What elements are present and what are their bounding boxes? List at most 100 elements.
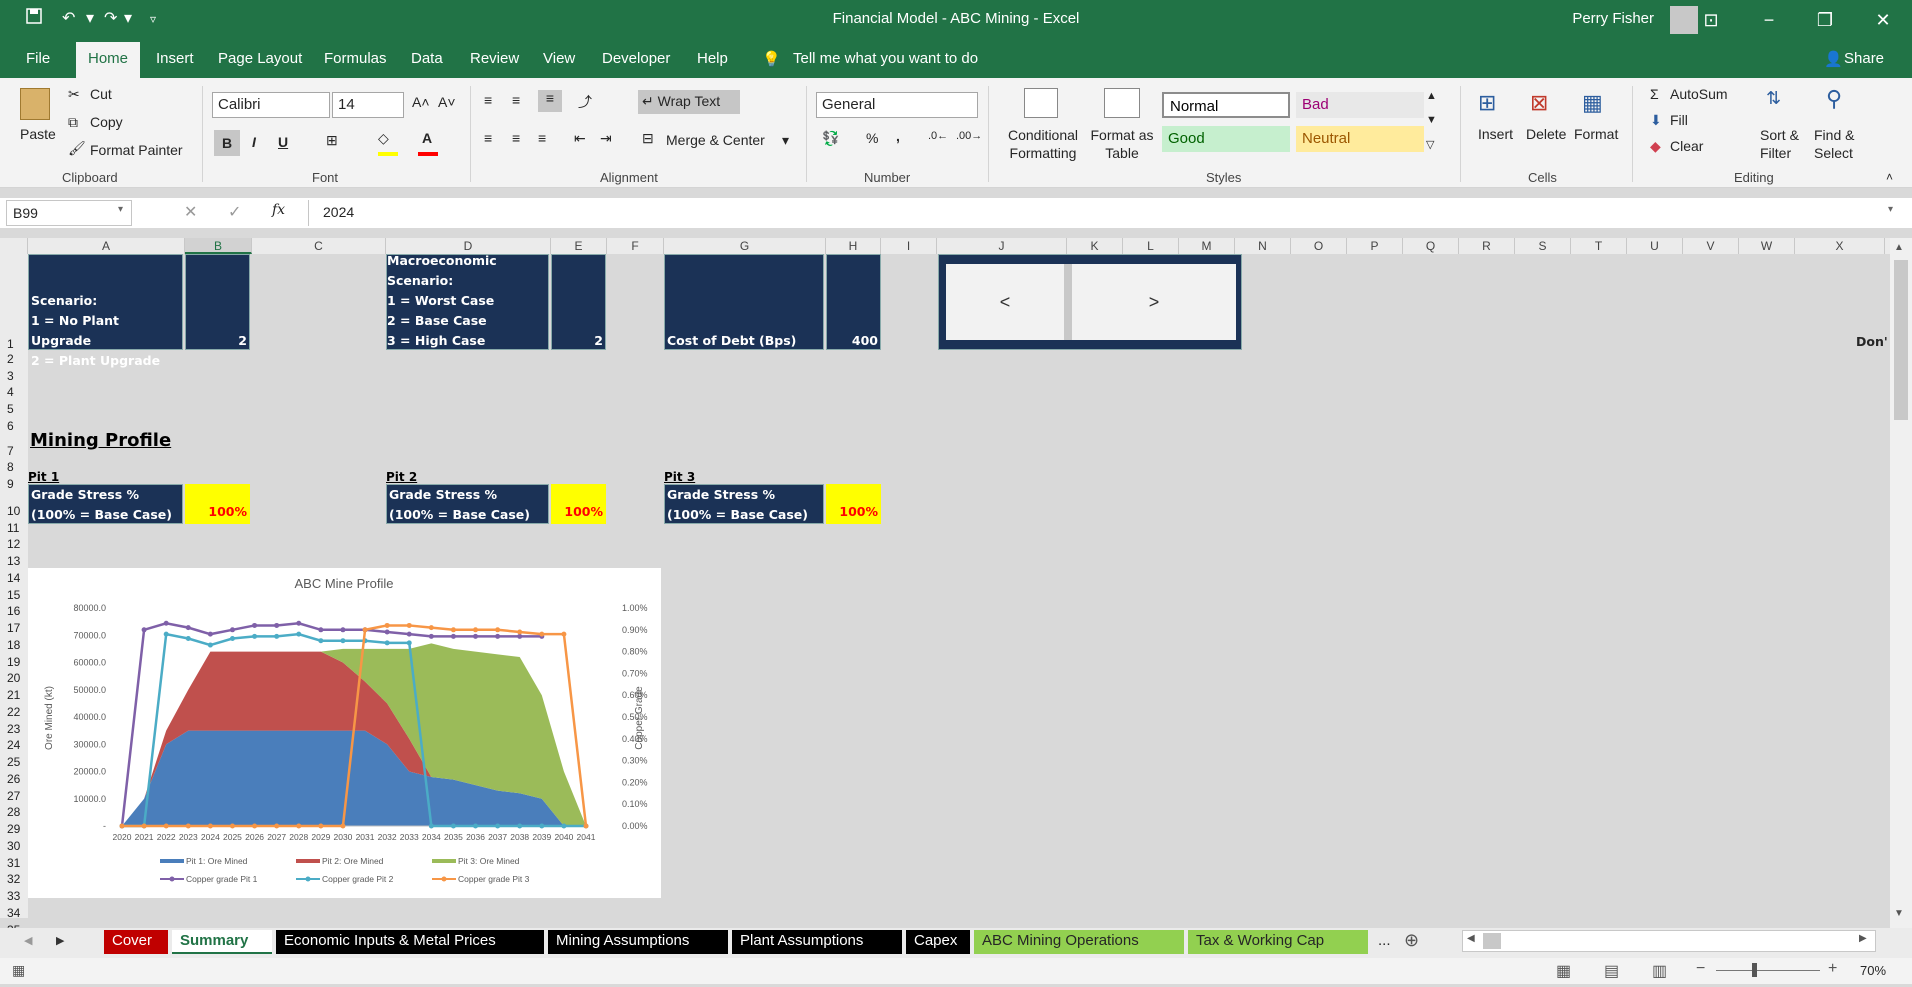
styles-scroll-down-icon[interactable]: ▼	[1426, 114, 1437, 126]
column-header[interactable]: L	[1123, 238, 1179, 254]
row-header[interactable]: 3	[0, 369, 22, 383]
clear-icon[interactable]: ◆	[1650, 138, 1661, 155]
cancel-entry-icon[interactable]: ✕	[184, 202, 197, 222]
zoom-level[interactable]: 70%	[1860, 963, 1886, 978]
row-header[interactable]: 10	[0, 504, 22, 518]
expand-formula-icon[interactable]: ▾	[1888, 204, 1893, 215]
number-format-select[interactable]: General	[816, 92, 978, 118]
tab-formulas[interactable]: Formulas	[324, 50, 387, 67]
column-header[interactable]: P	[1347, 238, 1403, 254]
column-header[interactable]: J	[937, 238, 1067, 254]
row-header[interactable]: 18	[0, 638, 22, 652]
wrap-text-button[interactable]: ↵ Wrap Text	[638, 90, 740, 114]
more-sheets-button[interactable]: ...	[1378, 932, 1391, 949]
pit1-grade-stress-label[interactable]: Grade Stress % (100% = Base Case)	[28, 484, 183, 524]
row-header[interactable]: 8	[0, 460, 22, 474]
row-header[interactable]: 9	[0, 477, 22, 491]
style-bad[interactable]: Bad	[1296, 92, 1424, 118]
row-header[interactable]: 2	[0, 352, 22, 366]
row-header[interactable]: 21	[0, 688, 22, 702]
column-header[interactable]: O	[1291, 238, 1347, 254]
align-right-icon[interactable]: ≡	[538, 130, 546, 146]
row-header[interactable]: 4	[0, 385, 22, 399]
column-header[interactable]: K	[1067, 238, 1123, 254]
row-header[interactable]: 6	[0, 419, 22, 433]
align-bottom-icon[interactable]: ≡	[538, 90, 562, 112]
column-header[interactable]: R	[1459, 238, 1515, 254]
row-header[interactable]: 16	[0, 604, 22, 618]
format-cells-icon[interactable]: ▦	[1582, 90, 1603, 116]
tab-file[interactable]: File	[26, 50, 50, 67]
conditional-formatting-icon[interactable]	[1024, 88, 1058, 118]
merge-center-icon[interactable]: ⊟	[642, 130, 654, 147]
confirm-entry-icon[interactable]: ✓	[228, 202, 241, 222]
autosum-button[interactable]: AutoSum	[1670, 86, 1728, 102]
share-button[interactable]: Share	[1844, 50, 1884, 67]
minimize-icon[interactable]: −	[1746, 6, 1792, 34]
format-painter-icon[interactable]: 🖌	[68, 140, 86, 157]
row-header[interactable]: 22	[0, 705, 22, 719]
column-header[interactable]: B	[185, 238, 252, 254]
copy-button[interactable]: Copy	[90, 114, 123, 130]
cut-icon[interactable]: ✂	[68, 86, 80, 103]
decrease-indent-icon[interactable]: ⇤	[574, 130, 586, 147]
borders-icon[interactable]: ⊞	[326, 132, 338, 149]
fill-color-icon[interactable]: ◇	[378, 130, 389, 147]
paste-icon[interactable]	[20, 88, 50, 120]
tab-view[interactable]: View	[543, 50, 575, 67]
close-icon[interactable]: ✕	[1860, 6, 1906, 34]
sheet-tab[interactable]: Capex	[906, 930, 970, 954]
sheet-tab[interactable]: Economic Inputs & Metal Prices	[276, 930, 544, 954]
mine-profile-chart[interactable]: ABC Mine Profile - 10000.0 20000.0 30000.0 40…	[28, 568, 661, 898]
tab-insert[interactable]: Insert	[156, 50, 194, 67]
column-header[interactable]: C	[252, 238, 386, 254]
row-header[interactable]: 32	[0, 872, 22, 886]
row-header[interactable]: 15	[0, 588, 22, 602]
tell-me-input[interactable]: Tell me what you want to do	[793, 50, 978, 67]
row-header[interactable]: 30	[0, 839, 22, 853]
worksheet-area[interactable]: Scenario: 1 = No Plant Upgrade 2 = Plant…	[28, 254, 1890, 918]
column-header[interactable]: D	[386, 238, 551, 254]
column-header[interactable]: G	[664, 238, 826, 254]
pit3-grade-stress-label[interactable]: Grade Stress % (100% = Base Case)	[664, 484, 824, 524]
column-header[interactable]: E	[551, 238, 607, 254]
accounting-icon[interactable]: 💱	[822, 130, 839, 147]
column-header[interactable]: I	[881, 238, 937, 254]
column-header[interactable]: H	[826, 238, 881, 254]
format-as-table-button[interactable]: Format as Table	[1086, 126, 1158, 162]
column-header[interactable]: V	[1683, 238, 1739, 254]
underline-button[interactable]: U	[278, 134, 288, 150]
scroll-thumb[interactable]	[1894, 260, 1908, 420]
tab-data[interactable]: Data	[411, 50, 443, 67]
sheet-tab[interactable]: Cover	[104, 930, 168, 954]
zoom-out-icon[interactable]: −	[1696, 960, 1705, 978]
scenario-value-cell[interactable]: 2	[185, 254, 250, 350]
zoom-slider-track[interactable]	[1716, 970, 1820, 971]
row-header[interactable]: 29	[0, 822, 22, 836]
sort-filter-button[interactable]: Sort & Filter	[1760, 126, 1799, 162]
column-header[interactable]: A	[28, 238, 185, 254]
row-header[interactable]: 28	[0, 805, 22, 819]
pit3-grade-stress-value[interactable]: 100%	[826, 484, 881, 524]
shrink-font-icon[interactable]: A˅	[438, 94, 456, 110]
merge-dropdown-icon[interactable]: ▾	[782, 132, 789, 149]
macro-value-cell[interactable]: 2	[551, 254, 606, 350]
italic-button[interactable]: I	[252, 134, 256, 150]
insert-function-icon[interactable]: fx	[272, 202, 285, 218]
sheet-tab[interactable]: Mining Assumptions	[548, 930, 728, 954]
format-painter-button[interactable]: Format Painter	[90, 142, 183, 158]
align-left-icon[interactable]: ≡	[484, 130, 492, 146]
row-header[interactable]: 5	[0, 402, 22, 416]
row-header[interactable]: 25	[0, 755, 22, 769]
next-sheet-icon[interactable]: ▶	[56, 934, 64, 947]
page-break-view-icon[interactable]: ▥	[1652, 961, 1667, 981]
font-size-select[interactable]: 14	[332, 92, 404, 118]
delete-cells-icon[interactable]: ⊠	[1530, 90, 1548, 116]
styles-more-icon[interactable]: ▽	[1426, 138, 1434, 151]
user-name[interactable]: Perry Fisher	[1572, 10, 1654, 27]
row-header[interactable]: 7	[0, 444, 22, 458]
row-header[interactable]: 11	[0, 521, 22, 535]
clear-button[interactable]: Clear	[1670, 138, 1703, 154]
increase-indent-icon[interactable]: ⇥	[600, 130, 612, 147]
sheet-tab[interactable]: Plant Assumptions	[732, 930, 902, 954]
